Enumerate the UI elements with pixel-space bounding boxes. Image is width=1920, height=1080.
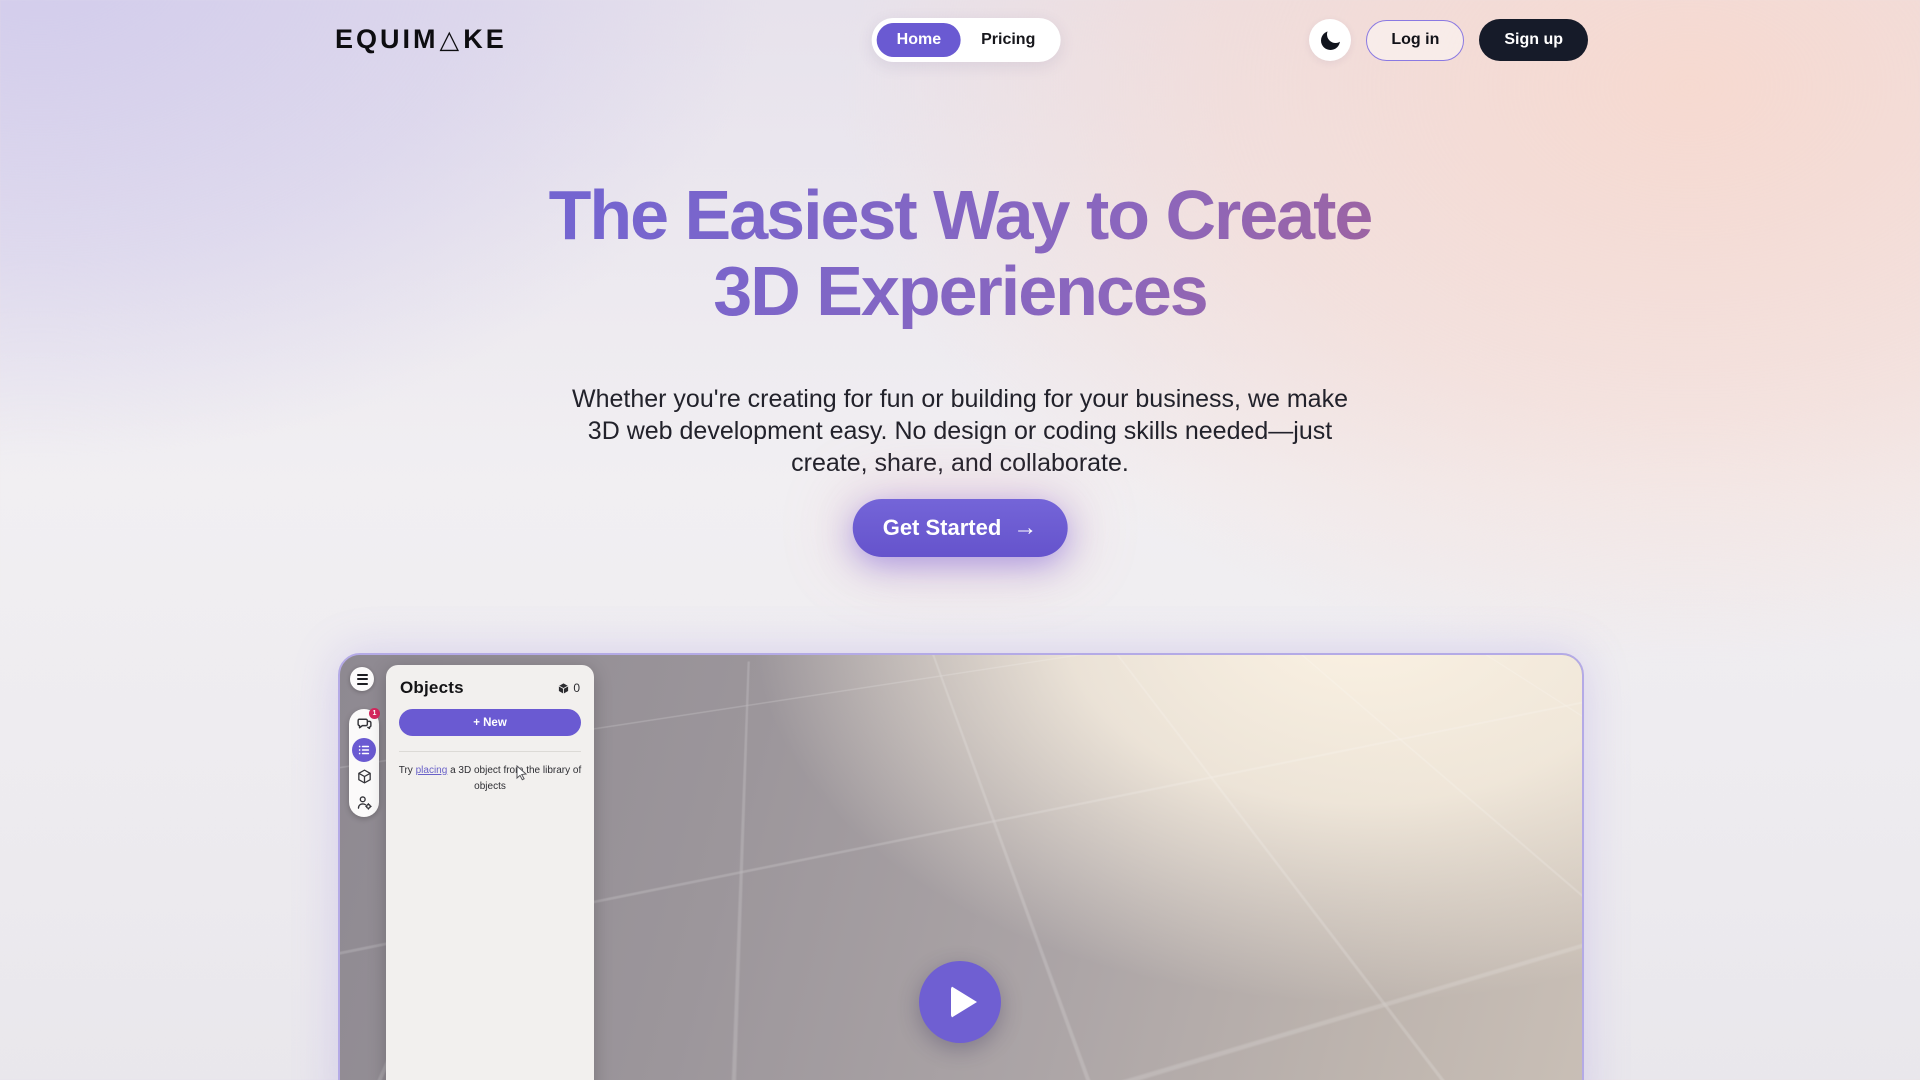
hero-title-line2: 3D Experiences bbox=[0, 253, 1920, 329]
tab-home[interactable]: Home bbox=[877, 23, 961, 57]
logo: EQUIM △ KE bbox=[335, 24, 507, 55]
hero-title-line1: The Easiest Way to Create bbox=[0, 177, 1920, 253]
chat-button[interactable]: 1 bbox=[352, 711, 376, 735]
object-counter: 0 bbox=[557, 681, 580, 695]
object-count-value: 0 bbox=[573, 681, 580, 695]
logo-triangle-icon: △ bbox=[440, 25, 463, 55]
library-cube-button[interactable] bbox=[352, 764, 376, 788]
cube-icon bbox=[356, 768, 373, 785]
top-navigation: EQUIM △ KE Home Pricing Log in Sign up bbox=[0, 0, 1920, 80]
new-object-button[interactable]: + New bbox=[399, 709, 581, 736]
signup-button[interactable]: Sign up bbox=[1479, 19, 1588, 61]
logo-text-left: EQUIM bbox=[335, 24, 439, 55]
moon-icon bbox=[1321, 31, 1340, 50]
cube-counter-icon bbox=[557, 682, 570, 695]
objects-panel: Objects 0 + New Try placing a 3D object … bbox=[386, 665, 594, 1080]
list-icon bbox=[357, 743, 371, 757]
menu-button[interactable] bbox=[350, 667, 374, 691]
hero-title: The Easiest Way to Create 3D Experiences bbox=[0, 177, 1920, 329]
objects-list-button[interactable] bbox=[352, 738, 376, 762]
mouse-cursor-icon bbox=[515, 765, 529, 781]
hero-subtitle: Whether you're creating for fun or build… bbox=[540, 383, 1380, 479]
hero-subtitle-line1: Whether you're creating for fun or build… bbox=[540, 383, 1380, 415]
get-started-label: Get Started bbox=[883, 515, 1002, 541]
user-gear-icon bbox=[356, 794, 373, 811]
placing-link[interactable]: placing bbox=[416, 765, 448, 776]
tab-pricing[interactable]: Pricing bbox=[961, 23, 1055, 57]
placement-hint: Try placing a 3D object from the library… bbox=[396, 763, 584, 795]
user-settings-button[interactable] bbox=[352, 791, 376, 815]
objects-panel-title: Objects bbox=[400, 678, 464, 698]
logo-text-right: KE bbox=[463, 24, 507, 55]
login-button[interactable]: Log in bbox=[1366, 20, 1464, 61]
menu-icon bbox=[357, 674, 368, 676]
get-started-button[interactable]: Get Started → bbox=[853, 499, 1068, 557]
arrow-right-icon: → bbox=[1013, 514, 1037, 542]
nav-actions: Log in Sign up bbox=[1309, 19, 1588, 61]
play-button[interactable] bbox=[919, 961, 1001, 1043]
hero-subtitle-line3: create, share, and collaborate. bbox=[540, 447, 1380, 479]
theme-toggle-button[interactable] bbox=[1309, 19, 1351, 61]
panel-divider bbox=[399, 751, 581, 752]
hero-subtitle-line2: 3D web development easy. No design or co… bbox=[540, 415, 1380, 447]
app-preview: 1 Objects bbox=[338, 653, 1584, 1080]
play-icon bbox=[951, 986, 977, 1018]
objects-panel-header: Objects 0 bbox=[386, 665, 594, 706]
nav-tabs: Home Pricing bbox=[872, 18, 1061, 62]
tool-sidebar: 1 bbox=[349, 709, 379, 817]
